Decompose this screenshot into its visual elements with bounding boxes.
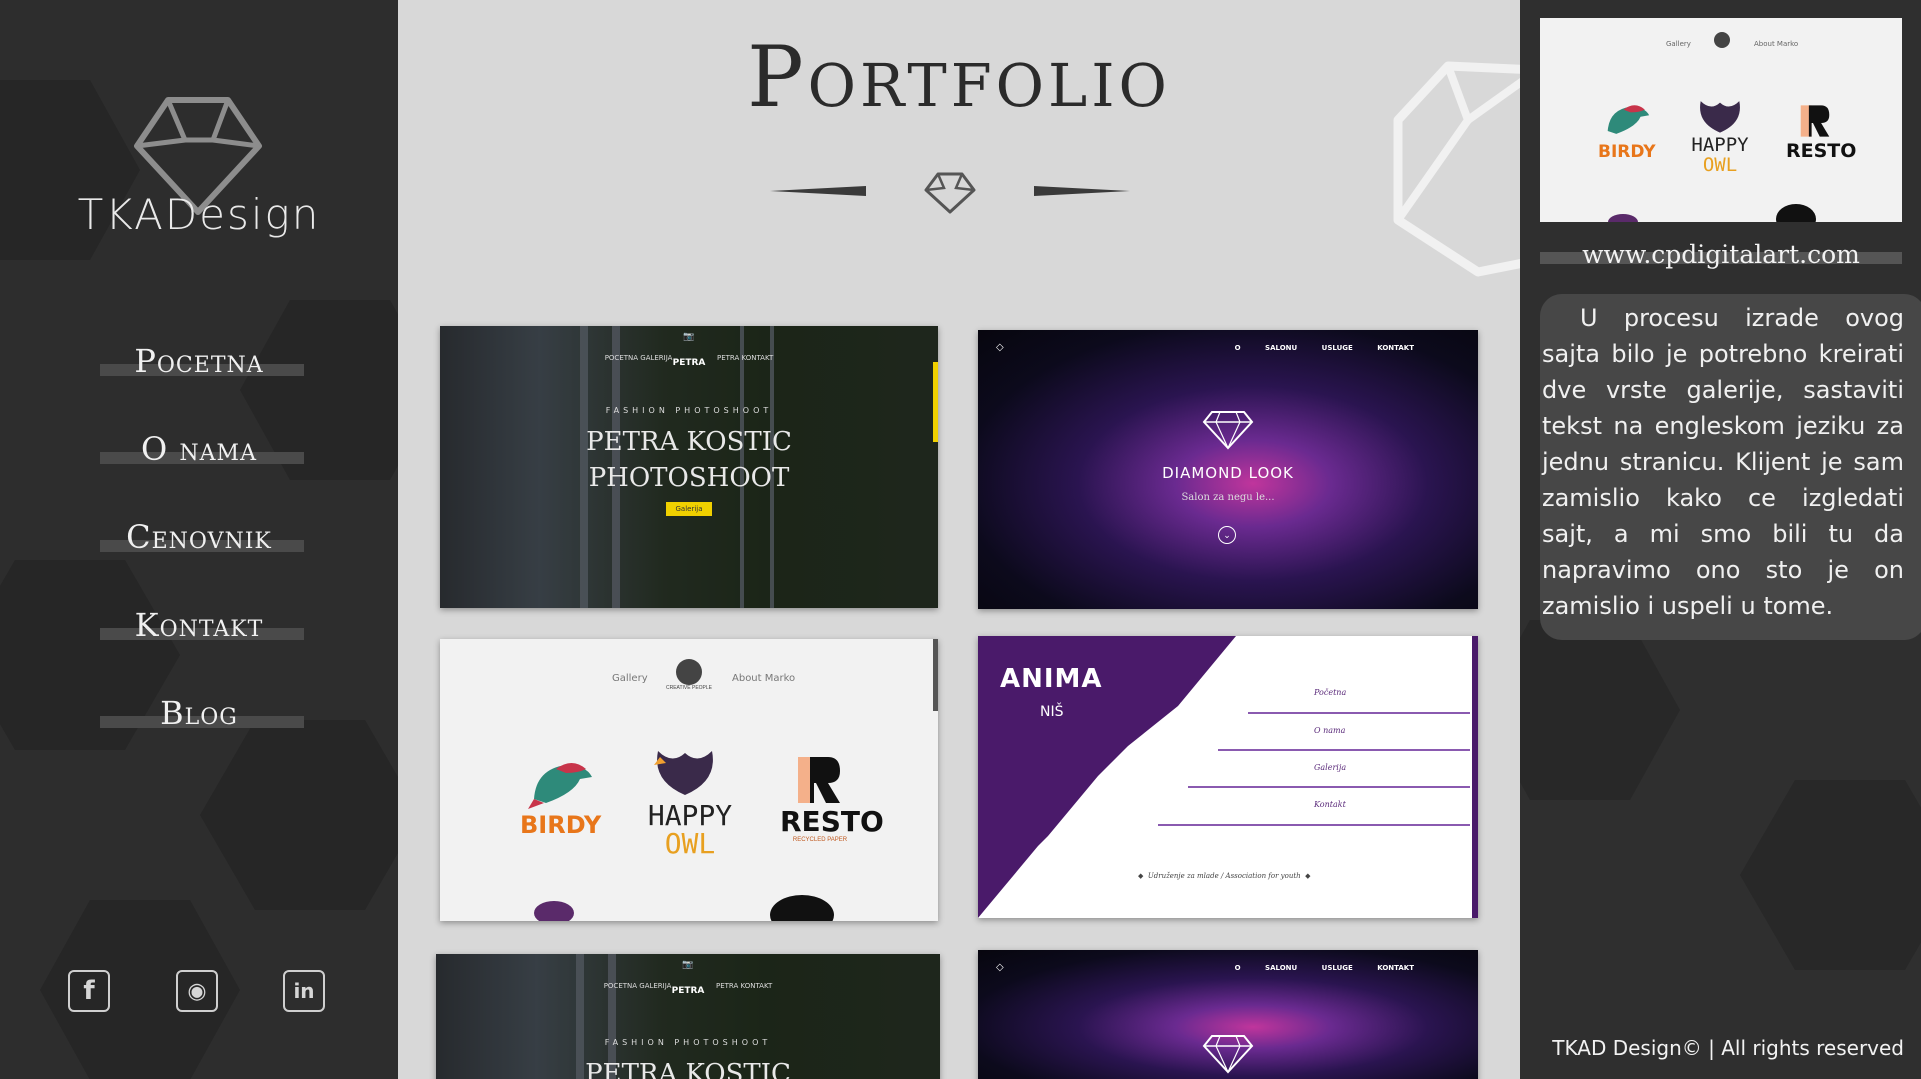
- facebook-icon[interactable]: f: [68, 970, 110, 1012]
- logo-birdy: BIRDY: [520, 811, 602, 839]
- menu-line: [1248, 712, 1470, 714]
- partial-logo: [770, 895, 834, 921]
- owl-icon: [654, 751, 713, 795]
- card-nav: O SALONU USLUGE KONTAKT: [1234, 344, 1414, 352]
- portfolio-card-petra[interactable]: 📷 POCETNA GALERIJA PETRA KONTAKT PETRA F…: [440, 326, 938, 608]
- creative-people-logo-icon: [676, 659, 702, 685]
- portfolio-card-petra-2[interactable]: 📷 POCETNA GALERIJA PETRA KONTAKT PETRA F…: [436, 954, 940, 1079]
- nav-item-label: Pocetna: [134, 342, 264, 380]
- portfolio-card-anima[interactable]: ANIMA NIŠ Početna O nama Galerija Kontak…: [978, 636, 1478, 918]
- card-eyebrow: FASHION PHOTOSHOOT: [604, 1038, 772, 1047]
- title-divider: [770, 172, 1130, 214]
- card-headline-1: PETRA KOSTIC: [585, 1059, 791, 1079]
- scroll-indicator: [933, 639, 938, 711]
- partial-logo: [534, 901, 574, 921]
- partial-logo: [1776, 204, 1816, 222]
- card-eyebrow: FASHION PHOTOSHOOT: [605, 406, 773, 415]
- diamond-logo-icon: ◇: [996, 342, 1004, 353]
- card-brand: PETRA: [671, 986, 705, 996]
- anima-menu-item[interactable]: Galerija: [1314, 763, 1346, 772]
- main-nav: Pocetna O nama Cenovnik Kontakt Blog: [0, 330, 398, 770]
- card-headline-2: PHOTOSHOOT: [588, 463, 790, 493]
- portfolio-card-diamond-2[interactable]: ◇ O SALONU USLUGE KONTAKT: [978, 950, 1478, 1079]
- nav-item-label: O nama: [141, 430, 257, 468]
- project-preview-image[interactable]: Gallery About Marko BIRDY HAPPY OWL REST…: [1540, 18, 1902, 222]
- logo-resto-sub: RECYCLED PAPER: [792, 837, 848, 843]
- linkedin-icon[interactable]: in: [283, 970, 325, 1012]
- nav-item-blog[interactable]: Blog: [0, 682, 398, 770]
- logo-birdy: BIRDY: [1598, 142, 1656, 162]
- creative-people-logo-icon: [1714, 32, 1730, 48]
- logo-owl: OWL: [664, 827, 716, 860]
- card-subtitle: Salon za negu le...: [1181, 492, 1275, 503]
- logo-resto: RESTO: [780, 805, 884, 838]
- scroll-down-icon[interactable]: ⌄: [1218, 526, 1236, 544]
- nav-item-label: Cenovnik: [126, 518, 272, 556]
- background-hexagon: [1740, 780, 1921, 970]
- menu-line: [1158, 824, 1470, 826]
- portfolio-main: Portfolio 📷 POCETNA GALERIJA PETRA KONTA…: [398, 0, 1520, 1079]
- camera-icon: 📷: [683, 332, 695, 342]
- partial-logo: [1608, 214, 1638, 222]
- project-details-panel: Gallery About Marko BIRDY HAPPY OWL REST…: [1520, 0, 1921, 1079]
- portfolio-card-logos[interactable]: Gallery About Marko CREATIVE PEOPLE BIRD…: [440, 639, 938, 921]
- diamond-icon: [1202, 411, 1254, 450]
- camera-icon: 📷: [682, 960, 694, 970]
- card-title: DIAMOND LOOK: [1162, 464, 1294, 482]
- card-brand: PETRA: [672, 358, 706, 368]
- anima-city: NIŠ: [1040, 704, 1064, 720]
- diamond-logo-icon: ◇: [996, 962, 1004, 973]
- anima-footer: ◆ Udruženje za mlade / Association for y…: [1138, 872, 1311, 880]
- resto-r-icon: [798, 757, 840, 803]
- logo-happy: HAPPY: [1691, 134, 1749, 156]
- anima-brand: ANIMA: [1000, 664, 1103, 694]
- menu-line: [1188, 786, 1470, 788]
- nav-item-pocetna[interactable]: Pocetna: [0, 330, 398, 418]
- nav-item-label: Kontakt: [134, 606, 264, 644]
- creative-people-label: CREATIVE PEOPLE: [665, 685, 713, 691]
- project-url-link[interactable]: www.cpdigitalart.com: [1540, 240, 1902, 269]
- logo-resto: RESTO: [1786, 140, 1857, 162]
- scroll-indicator: [933, 362, 938, 442]
- gallery-button[interactable]: Galerija: [666, 502, 712, 516]
- page-title: Portfolio: [747, 28, 1171, 126]
- sidebar: TKADesign Pocetna O nama Cenovnik Kontak…: [0, 0, 398, 1079]
- portfolio-card-diamond[interactable]: ◇ O SALONU USLUGE KONTAKT DIAMOND LOOK S…: [978, 330, 1478, 609]
- diamond-icon: [1202, 1035, 1254, 1074]
- anima-menu-item[interactable]: Početna: [1314, 688, 1346, 697]
- anima-menu-item[interactable]: O nama: [1314, 726, 1345, 735]
- owl-icon: [1700, 101, 1740, 133]
- brand-name[interactable]: TKADesign: [0, 190, 398, 239]
- card-nav: O SALONU USLUGE KONTAKT: [1234, 964, 1414, 972]
- resto-r-icon: [1800, 105, 1830, 137]
- card-headline-1: PETRA KOSTIC: [586, 427, 792, 457]
- nav-item-kontakt[interactable]: Kontakt: [0, 594, 398, 682]
- instagram-icon[interactable]: ◉: [176, 970, 218, 1012]
- copyright-footer: TKAD Design© | All rights reserved: [1552, 1036, 1904, 1060]
- menu-line: [1218, 749, 1470, 751]
- nav-item-o-nama[interactable]: O nama: [0, 418, 398, 506]
- project-description: U procesu izrade ovog sajta bilo je potr…: [1542, 304, 1904, 620]
- logo-owl: OWL: [1702, 154, 1738, 176]
- nav-item-cenovnik[interactable]: Cenovnik: [0, 506, 398, 594]
- bird-icon: [1607, 105, 1650, 134]
- background-hexagon: [1520, 620, 1680, 800]
- bird-icon: [528, 763, 592, 809]
- nav-item-label: Blog: [160, 694, 238, 732]
- anima-menu-item[interactable]: Kontakt: [1314, 800, 1346, 809]
